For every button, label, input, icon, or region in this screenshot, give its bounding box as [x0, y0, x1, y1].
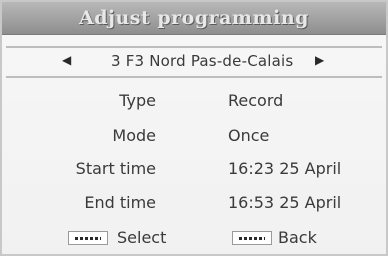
- type-value[interactable]: Record: [228, 91, 283, 110]
- start-time-label: Start time: [75, 159, 156, 178]
- adjust-programming-screen: Adjust programming ◀ 3 F3 Nord Pas-de-Ca…: [0, 0, 388, 256]
- end-time-label: End time: [84, 193, 156, 212]
- channel-selector[interactable]: ◀ 3 F3 Nord Pas-de-Calais ▶: [6, 46, 382, 78]
- next-channel-arrow-icon[interactable]: ▶: [315, 53, 324, 67]
- mode-row[interactable]: Mode Once: [2, 126, 386, 148]
- start-time-value[interactable]: 16:23 25 April: [228, 159, 341, 178]
- mode-value[interactable]: Once: [228, 126, 269, 145]
- previous-channel-arrow-icon[interactable]: ◀: [62, 53, 71, 67]
- type-label: Type: [119, 91, 156, 110]
- back-key-icon[interactable]: [232, 231, 272, 245]
- footer-hints: Select Back: [2, 228, 386, 250]
- mode-label: Mode: [112, 126, 156, 145]
- type-row[interactable]: Type Record: [2, 91, 386, 113]
- end-time-row[interactable]: End time 16:53 25 April: [2, 193, 386, 215]
- ok-key-icon[interactable]: [68, 231, 108, 245]
- select-hint-label: Select: [117, 228, 167, 247]
- channel-name: 3 F3 Nord Pas-de-Calais: [111, 52, 294, 70]
- end-time-value[interactable]: 16:53 25 April: [228, 193, 341, 212]
- page-title: Adjust programming: [2, 2, 386, 35]
- back-hint-label: Back: [278, 228, 317, 247]
- start-time-row[interactable]: Start time 16:23 25 April: [2, 159, 386, 181]
